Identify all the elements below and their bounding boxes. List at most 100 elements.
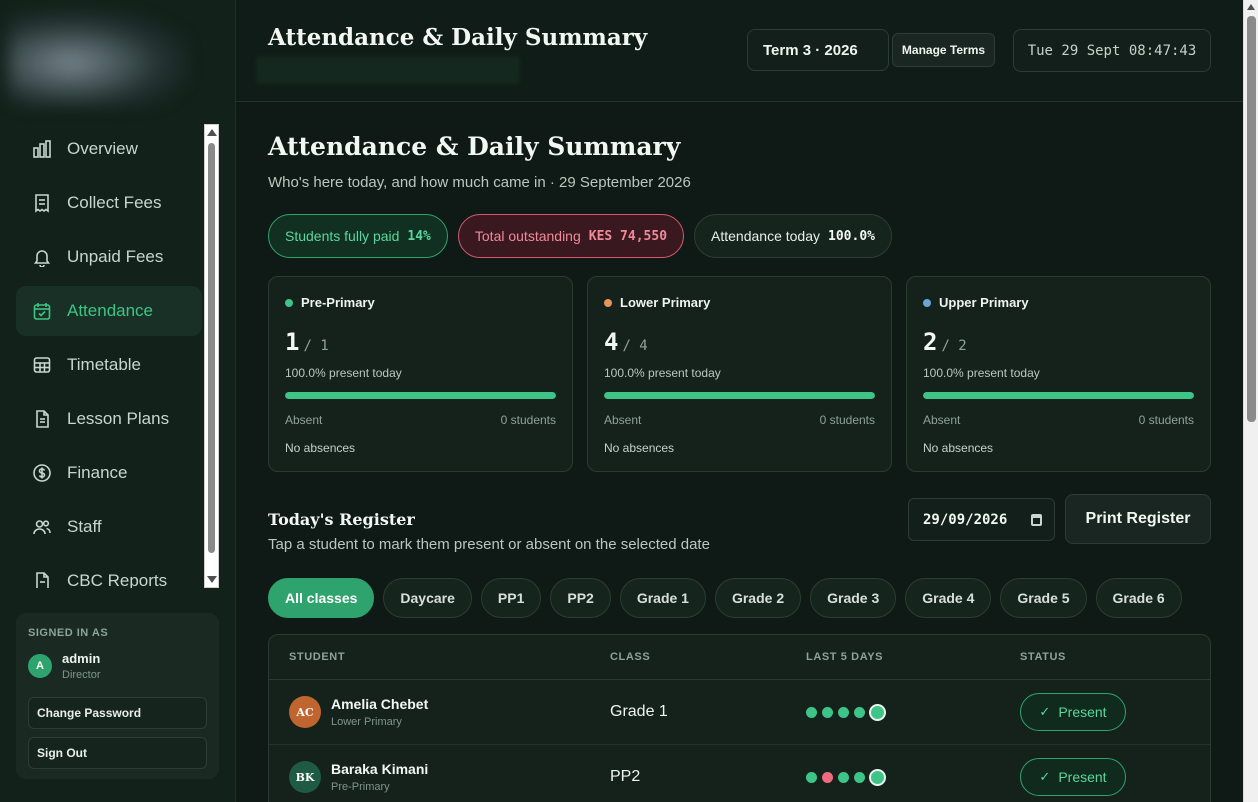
header-subtitle-blurred xyxy=(256,56,520,84)
status-label: Present xyxy=(1058,704,1107,720)
register-table: STUDENT CLASS LAST 5 DAYS STATUS AC Amel… xyxy=(268,634,1211,802)
chip-daycare[interactable]: Daycare xyxy=(383,578,472,618)
last-5-days-dots xyxy=(806,703,1020,721)
print-register-button[interactable]: Print Register xyxy=(1065,494,1211,544)
present-count: 4 xyxy=(604,328,619,356)
sidebar-item-label: Finance xyxy=(67,463,128,482)
absences-note: No absences xyxy=(604,441,675,455)
register-date-input[interactable]: 29/09/2026 xyxy=(908,498,1055,541)
page-scrollbar[interactable] xyxy=(1243,0,1258,802)
page-subtitle: Who's here today, and how much came in ·… xyxy=(268,174,691,191)
chip-grade-5[interactable]: Grade 5 xyxy=(1000,578,1087,618)
section-card-lower-primary: Lower Primary 4/ 4 100.0% present today … xyxy=(587,276,892,472)
sidebar-item-staff[interactable]: Staff xyxy=(16,502,202,552)
day-dot-present xyxy=(838,706,849,718)
sidebar-item-label: Timetable xyxy=(67,355,142,374)
student-group: Lower Primary xyxy=(331,716,402,728)
chip-pp1[interactable]: PP1 xyxy=(480,578,542,618)
attendance-label: Attendance today xyxy=(711,228,821,244)
check-icon: ✓ xyxy=(1039,704,1051,719)
outstanding-pill: Total outstanding KES 74,550 xyxy=(457,214,685,258)
sidebar: Overview Collect Fees Unpaid Fees Attend… xyxy=(0,0,236,802)
status-label: Present xyxy=(1058,769,1107,785)
section-dot xyxy=(604,298,612,307)
signed-in-caption: SIGNED IN AS xyxy=(28,627,109,639)
sidebar-item-finance[interactable]: Finance xyxy=(16,448,202,498)
chip-grade-4[interactable]: Grade 4 xyxy=(905,578,992,618)
present-count: 2 xyxy=(923,328,938,356)
register-date-value: 29/09/2026 xyxy=(923,511,1008,528)
scroll-thumb[interactable] xyxy=(1247,16,1256,422)
sidebar-item-cbc-reports[interactable]: CBC Reports xyxy=(16,556,202,588)
chip-grade-3[interactable]: Grade 3 xyxy=(810,578,897,618)
user-name: admin xyxy=(62,651,101,666)
day-dot-present xyxy=(869,703,886,721)
term-selector[interactable]: Term 3 · 2026 xyxy=(747,29,889,71)
school-logo xyxy=(8,10,188,106)
signed-in-panel: SIGNED IN AS A admin Director Change Pas… xyxy=(16,613,219,779)
chip-grade-1[interactable]: Grade 1 xyxy=(619,578,706,618)
sidebar-item-label: Overview xyxy=(67,139,138,158)
main-content: Attendance & Daily Summary Who's here to… xyxy=(236,102,1243,802)
chip-grade-6[interactable]: Grade 6 xyxy=(1095,578,1182,618)
absent-count: 0 students xyxy=(819,413,875,427)
calendar-icon[interactable] xyxy=(1031,514,1042,526)
user-row: A admin Director xyxy=(28,651,207,681)
change-password-button[interactable]: Change Password xyxy=(28,697,207,729)
chip-all-classes[interactable]: All classes xyxy=(268,578,375,618)
scroll-down-icon[interactable] xyxy=(207,576,217,583)
clock: Tue 29 Sept 08:47:43 xyxy=(1013,29,1211,72)
student-avatar: BK xyxy=(289,761,321,793)
student-class: Grade 1 xyxy=(610,703,668,720)
absences-note: No absences xyxy=(923,441,994,455)
section-name: Upper Primary xyxy=(939,295,1029,310)
absent-label: Absent xyxy=(285,413,323,427)
scroll-up-icon[interactable] xyxy=(207,129,217,136)
header-title: Attendance & Daily Summary xyxy=(268,24,648,51)
day-dot-absent xyxy=(822,771,833,783)
sidebar-item-label: Unpaid Fees xyxy=(67,247,164,266)
sidebar-scrollbar[interactable] xyxy=(204,124,219,588)
sidebar-item-attendance[interactable]: Attendance xyxy=(16,286,202,336)
sidebar-item-overview[interactable]: Overview xyxy=(16,124,202,174)
attendance-pill: Attendance today 100.0% xyxy=(694,214,892,258)
sidebar-item-label: Lesson Plans xyxy=(67,409,170,428)
sidebar-item-lesson-plans[interactable]: Lesson Plans xyxy=(16,394,202,444)
present-percent: 100.0% present today xyxy=(923,366,1040,380)
sidebar-item-timetable[interactable]: Timetable xyxy=(16,340,202,390)
attendance-bar-fill xyxy=(923,392,1194,399)
table-row[interactable]: BK Baraka Kimani Pre-Primary PP2 ✓ Prese… xyxy=(269,745,1210,802)
column-header-last-5-days: LAST 5 DAYS xyxy=(806,651,884,663)
document-icon xyxy=(32,409,52,429)
attendance-bar xyxy=(923,392,1194,399)
chip-pp2[interactable]: PP2 xyxy=(550,578,611,618)
student-class: PP2 xyxy=(610,768,641,785)
sidebar-item-label: Staff xyxy=(67,517,102,536)
calendar-check-icon xyxy=(32,301,52,321)
manage-terms-button[interactable]: Manage Terms xyxy=(892,33,995,67)
section-cards: Pre-Primary 1/ 1 100.0% present today Ab… xyxy=(268,276,1211,472)
student-avatar: AC xyxy=(289,696,321,728)
present-count: 1 xyxy=(285,328,300,356)
scroll-up-icon[interactable] xyxy=(1247,4,1255,10)
page-title: Attendance & Daily Summary xyxy=(268,132,681,161)
section-card-pre-primary: Pre-Primary 1/ 1 100.0% present today Ab… xyxy=(268,276,573,472)
attendance-bar-fill xyxy=(285,392,556,399)
sidebar-item-collect-fees[interactable]: Collect Fees xyxy=(16,178,202,228)
absent-count: 0 students xyxy=(500,413,556,427)
scroll-thumb[interactable] xyxy=(208,143,215,553)
table-row[interactable]: AC Amelia Chebet Lower Primary Grade 1 ✓… xyxy=(269,680,1210,745)
status-toggle-button[interactable]: ✓ Present xyxy=(1020,693,1126,731)
total-count: / 4 xyxy=(622,338,648,354)
sign-out-button[interactable]: Sign Out xyxy=(28,737,207,769)
outstanding-value: KES 74,550 xyxy=(588,228,668,244)
last-5-days-dots xyxy=(806,768,1020,786)
summary-pills: Students fully paid 14% Total outstandin… xyxy=(268,214,902,258)
sidebar-nav: Overview Collect Fees Unpaid Fees Attend… xyxy=(16,124,202,588)
avatar: A xyxy=(28,654,52,678)
attendance-value: 100.0% xyxy=(828,228,875,244)
fully-paid-pill: Students fully paid 14% xyxy=(268,214,448,258)
sidebar-item-unpaid-fees[interactable]: Unpaid Fees xyxy=(16,232,202,282)
status-toggle-button[interactable]: ✓ Present xyxy=(1020,758,1126,796)
chip-grade-2[interactable]: Grade 2 xyxy=(714,578,802,618)
